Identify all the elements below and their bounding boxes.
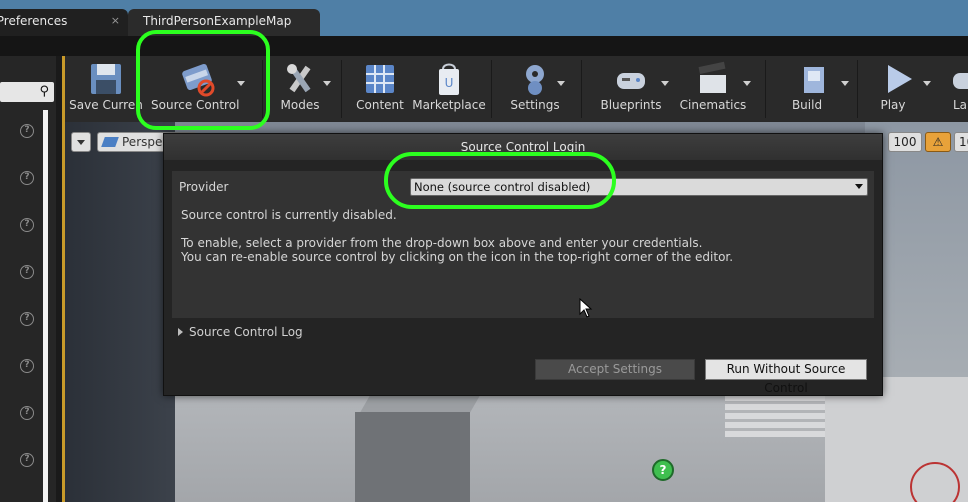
mouse-cursor-icon [579,298,593,318]
scene-cube [355,412,470,502]
play-button[interactable]: Play [865,56,931,122]
tools-icon [287,64,311,93]
title-bar: r Preferences × ThirdPersonExampleMap [0,0,968,36]
chevron-down-icon[interactable] [743,81,751,86]
run-without-source-control-button[interactable]: Run Without Source Control [705,359,867,395]
source-control-log-toggle[interactable]: Source Control Log [178,325,303,339]
divider [581,60,582,118]
help-icon[interactable]: ? [20,171,34,185]
launch-button[interactable]: La [941,56,968,122]
toolbar-label: Cinematics [679,98,747,112]
toolbar-label: Settings [510,98,560,112]
toolbar-label: Play [880,98,906,112]
launch-icon [953,73,968,89]
scene-wall [65,122,175,502]
marketplace-button[interactable]: U Marketplace [412,56,486,122]
clapperboard-icon [698,61,726,93]
help-icon[interactable]: ? [20,406,34,420]
provider-label: Provider [179,180,229,194]
view-mode-label: Perspec [122,135,169,149]
instruction-text: You can re-enable source control by clic… [181,250,734,264]
divider [341,60,342,118]
content-button[interactable]: Content [352,56,408,122]
toolbar-label: Save Curren [69,98,143,112]
help-icon[interactable]: ? [20,312,34,326]
cinematics-button[interactable]: Cinematics [675,56,751,122]
search-input[interactable]: ⚲ [0,82,54,102]
help-icon[interactable]: ? [20,124,34,138]
divider [857,60,858,118]
accept-settings-button[interactable]: Accept Settings [535,359,695,380]
status-message: Source control is currently disabled. [181,208,397,222]
help-icon[interactable]: ? [20,359,34,373]
marketplace-bag-icon: U [439,63,459,95]
chevron-down-icon[interactable] [323,81,331,86]
help-icon[interactable]: ? [20,218,34,232]
help-marker-icon[interactable]: ? [652,459,674,481]
chevron-down-icon[interactable] [855,184,863,189]
toolbar-label: Marketplace [412,98,486,112]
build-cube-icon [804,67,824,93]
scrollbar[interactable] [43,110,48,502]
chevron-down-icon[interactable] [841,81,849,86]
chevron-down-icon[interactable] [661,81,669,86]
play-icon [888,65,912,93]
blueprints-button[interactable]: Blueprints [593,56,669,122]
log-label: Source Control Log [189,325,303,339]
gears-icon [526,65,544,95]
scale-snap-value[interactable]: 10 [954,132,968,152]
toolbar-label: Blueprints [600,98,662,112]
chevron-down-icon[interactable] [557,81,565,86]
instruction-text: To enable, select a provider from the dr… [181,236,703,250]
toolbar-label: Content [356,98,404,112]
help-icon[interactable]: ? [20,265,34,279]
toolbar-label: Build [791,98,823,112]
save-current-button[interactable]: Save Curren [67,56,145,122]
warning-icon[interactable]: ⚠ [925,132,951,152]
highlight-provider [384,152,616,209]
tab-label: ThirdPersonExampleMap [143,14,292,28]
highlight-source-control [136,30,270,130]
gamepad-icon [617,73,645,89]
floppy-disk-icon [91,64,121,94]
viewport-options-button[interactable] [71,132,91,152]
content-grid-icon [366,65,394,93]
toolbar-label: Modes [280,98,320,112]
grid-snap-value[interactable]: 100 [888,132,922,152]
modes-button[interactable]: Modes [269,56,331,122]
settings-button[interactable]: Settings [505,56,565,122]
tab-preferences[interactable]: r Preferences × [0,9,128,36]
perspective-icon [101,137,119,147]
toolbar-label: La [953,98,968,112]
expand-arrow-icon [178,328,183,336]
divider [491,60,492,118]
chevron-down-icon[interactable] [923,81,931,86]
help-icon[interactable]: ? [20,453,34,467]
search-icon[interactable]: ⚲ [39,84,49,99]
close-icon[interactable]: × [111,9,120,33]
divider [765,60,766,118]
build-button[interactable]: Build [779,56,849,122]
tab-label: r Preferences [0,14,68,28]
svg-text:U: U [445,76,454,90]
